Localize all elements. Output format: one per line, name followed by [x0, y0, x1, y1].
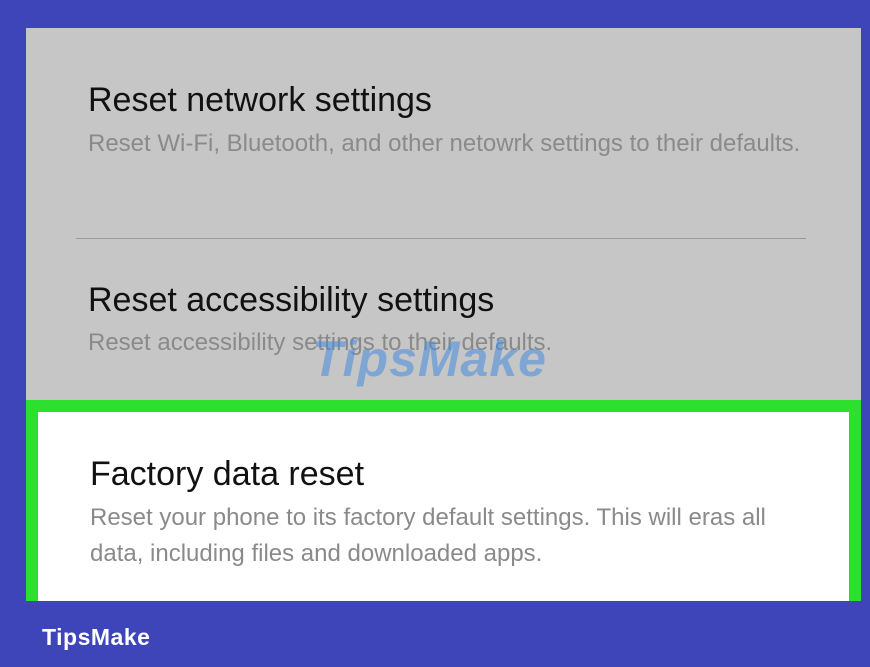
reset-accessibility-settings-item[interactable]: Reset accessibility settings Reset acces…: [26, 239, 861, 399]
reset-network-settings-title: Reset network settings: [88, 81, 432, 119]
reset-accessibility-settings-description: Reset accessibility settings to their de…: [88, 329, 553, 356]
factory-data-reset-title: Factory data reset: [90, 455, 365, 493]
footer-brand: TipsMake: [42, 624, 151, 650]
reset-accessibility-settings-title: Reset accessibility settings: [88, 281, 495, 319]
footer-bar: TipsMake: [0, 601, 870, 667]
reset-options-screen: Reset network settings Reset Wi-Fi, Blue…: [26, 28, 861, 601]
reset-network-settings-description: Reset Wi-Fi, Bluetooth, and other netowr…: [88, 130, 801, 157]
factory-data-reset-description: Reset your phone to its factory default …: [90, 504, 766, 567]
factory-data-reset-item[interactable]: Factory data reset Reset your phone to i…: [26, 400, 861, 601]
reset-network-settings-item[interactable]: Reset network settings Reset Wi-Fi, Blue…: [26, 28, 861, 238]
